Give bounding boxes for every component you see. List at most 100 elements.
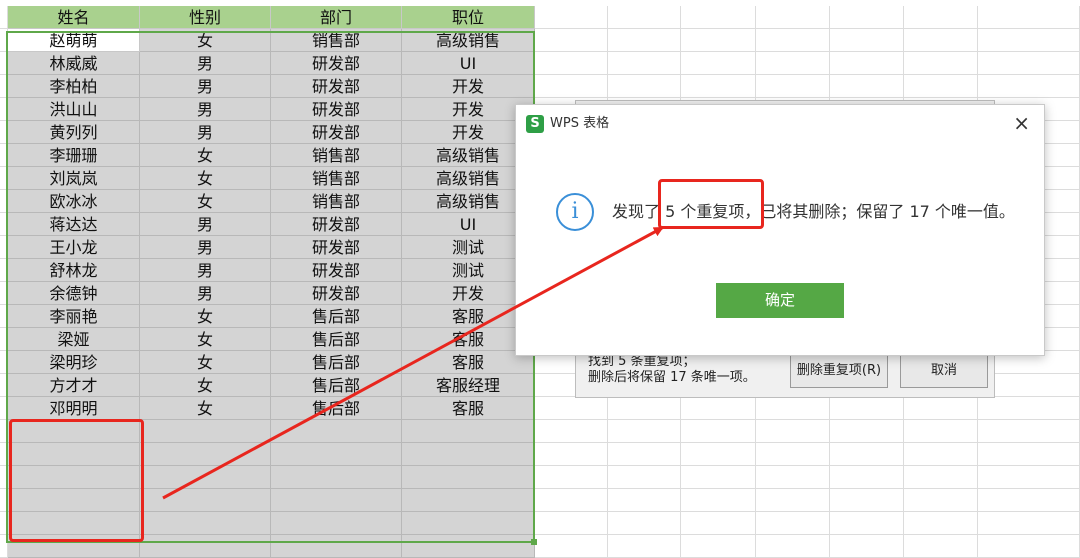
cell[interactable]	[978, 29, 1080, 52]
cell[interactable]: 销售部	[271, 144, 402, 167]
cell[interactable]	[0, 52, 8, 75]
cell[interactable]	[0, 535, 8, 558]
cell[interactable]	[756, 52, 830, 75]
cell[interactable]	[830, 466, 904, 489]
cell[interactable]: 男	[140, 121, 271, 144]
cell[interactable]	[904, 443, 978, 466]
cell[interactable]	[271, 443, 402, 466]
cell[interactable]	[0, 98, 8, 121]
cell[interactable]: 女	[140, 29, 271, 52]
cell[interactable]: 林威威	[8, 52, 140, 75]
cell[interactable]: 开发	[402, 75, 535, 98]
cell[interactable]	[978, 443, 1080, 466]
cell[interactable]	[608, 29, 681, 52]
cell[interactable]: 男	[140, 98, 271, 121]
cell[interactable]	[608, 6, 681, 29]
cell[interactable]	[535, 75, 608, 98]
cell[interactable]	[756, 6, 830, 29]
cell[interactable]	[0, 420, 8, 443]
cell[interactable]	[402, 489, 535, 512]
cell[interactable]	[681, 420, 756, 443]
cell[interactable]	[830, 489, 904, 512]
cell[interactable]: 售后部	[271, 351, 402, 374]
cell[interactable]	[756, 397, 830, 420]
cell[interactable]: 男	[140, 282, 271, 305]
cell[interactable]	[830, 29, 904, 52]
column-title[interactable]: 部门	[271, 6, 402, 29]
cell[interactable]	[271, 512, 402, 535]
cell[interactable]	[402, 535, 535, 558]
cell[interactable]	[535, 466, 608, 489]
cell[interactable]	[608, 535, 681, 558]
cell[interactable]	[271, 535, 402, 558]
cell[interactable]: 女	[140, 374, 271, 397]
cell[interactable]	[608, 512, 681, 535]
cell[interactable]	[271, 420, 402, 443]
cell[interactable]	[978, 466, 1080, 489]
cell[interactable]: 售后部	[271, 374, 402, 397]
cell[interactable]	[756, 443, 830, 466]
cell[interactable]	[0, 328, 8, 351]
cell[interactable]: 售后部	[271, 305, 402, 328]
cell[interactable]: 客服经理	[402, 374, 535, 397]
cell[interactable]	[830, 512, 904, 535]
cell[interactable]	[0, 305, 8, 328]
cell[interactable]	[0, 466, 8, 489]
cell[interactable]	[0, 443, 8, 466]
cell[interactable]	[402, 443, 535, 466]
cell[interactable]: 女	[140, 397, 271, 420]
cell[interactable]	[0, 167, 8, 190]
cell[interactable]: 邓明明	[8, 397, 140, 420]
cell[interactable]	[140, 443, 271, 466]
cell[interactable]	[978, 52, 1080, 75]
cell[interactable]	[535, 52, 608, 75]
cell[interactable]	[978, 397, 1080, 420]
cell[interactable]: 男	[140, 213, 271, 236]
cell[interactable]: 男	[140, 75, 271, 98]
cell[interactable]	[904, 75, 978, 98]
cell[interactable]	[608, 75, 681, 98]
ok-button[interactable]: 确定	[716, 283, 844, 318]
cell[interactable]	[140, 512, 271, 535]
cell[interactable]	[0, 190, 8, 213]
cell[interactable]	[402, 512, 535, 535]
cell[interactable]: 研发部	[271, 98, 402, 121]
cell[interactable]	[0, 6, 8, 29]
cell[interactable]: 梁娅	[8, 328, 140, 351]
cell[interactable]: 李珊珊	[8, 144, 140, 167]
cell[interactable]	[904, 6, 978, 29]
cell[interactable]: 欧冰冰	[8, 190, 140, 213]
cell[interactable]	[0, 144, 8, 167]
cell[interactable]	[830, 443, 904, 466]
cell[interactable]	[535, 489, 608, 512]
cell[interactable]	[904, 397, 978, 420]
cell[interactable]	[756, 75, 830, 98]
cell[interactable]	[904, 489, 978, 512]
cell[interactable]	[978, 75, 1080, 98]
cell[interactable]	[978, 535, 1080, 558]
cell[interactable]	[608, 443, 681, 466]
cell[interactable]: UI	[402, 52, 535, 75]
cell[interactable]	[140, 466, 271, 489]
cell[interactable]: 黄列列	[8, 121, 140, 144]
cell[interactable]	[904, 52, 978, 75]
cell[interactable]: 余德钟	[8, 282, 140, 305]
cell[interactable]	[535, 535, 608, 558]
cell[interactable]: 女	[140, 190, 271, 213]
cell[interactable]	[681, 52, 756, 75]
cell[interactable]	[0, 489, 8, 512]
cell[interactable]: 研发部	[271, 259, 402, 282]
cell[interactable]	[681, 489, 756, 512]
cell[interactable]	[535, 397, 608, 420]
cell[interactable]: 研发部	[271, 282, 402, 305]
cell[interactable]	[756, 512, 830, 535]
cell[interactable]	[681, 512, 756, 535]
cell[interactable]	[978, 489, 1080, 512]
cell[interactable]	[756, 466, 830, 489]
cell[interactable]: 研发部	[271, 75, 402, 98]
cell[interactable]: 研发部	[271, 121, 402, 144]
cell[interactable]: 女	[140, 351, 271, 374]
cell[interactable]	[0, 282, 8, 305]
cell[interactable]	[756, 29, 830, 52]
cell[interactable]: 女	[140, 305, 271, 328]
